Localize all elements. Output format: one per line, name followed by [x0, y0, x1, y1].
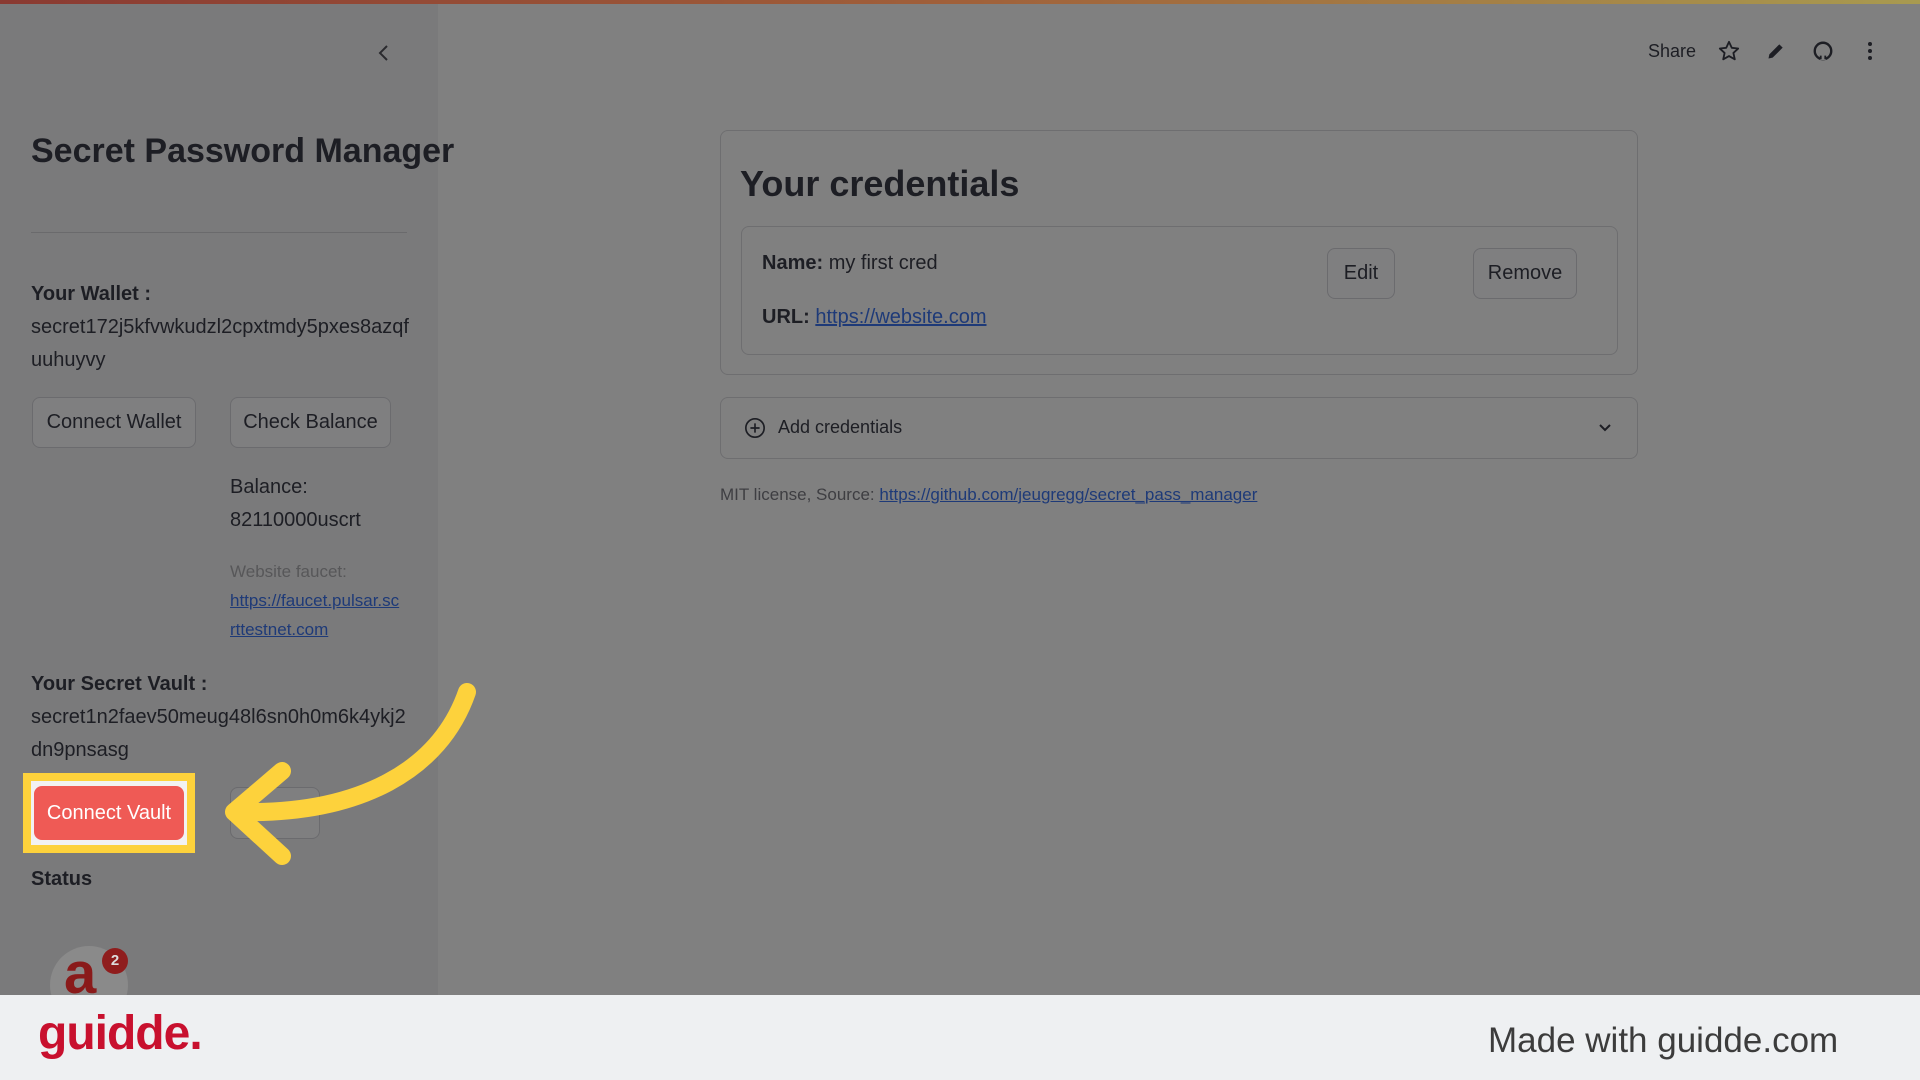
share-button[interactable]: Share	[1648, 41, 1696, 62]
source-link[interactable]: https://github.com/jeugregg/secret_pass_…	[879, 485, 1257, 504]
edit-button[interactable]: Edit	[1327, 248, 1395, 299]
license-line: MIT license, Source: https://github.com/…	[720, 485, 1257, 505]
name-label: Name:	[762, 252, 824, 274]
github-icon[interactable]	[1810, 38, 1836, 64]
star-icon[interactable]	[1716, 38, 1742, 64]
more-vertical-icon[interactable]	[1857, 38, 1883, 64]
credential-url: URL: https://website.com	[762, 305, 987, 329]
add-credentials-label: Add credentials	[778, 417, 903, 437]
add-credentials-expander[interactable]: Add credentials	[720, 397, 1638, 459]
license-text: MIT license, Source:	[720, 485, 875, 504]
url-label: URL:	[762, 306, 810, 328]
remove-button[interactable]: Remove	[1473, 248, 1577, 299]
url-link[interactable]: https://website.com	[815, 306, 986, 328]
plus-circle-icon	[743, 416, 767, 440]
credentials-card: Your credentials Name: my first cred URL…	[720, 130, 1638, 375]
footer-bar: guidde. Made with guidde.com	[0, 995, 1920, 1080]
pencil-icon[interactable]	[1763, 38, 1789, 64]
credential-item: Name: my first cred URL: https://website…	[741, 226, 1618, 355]
guidde-logo: guidde.	[38, 1007, 203, 1060]
chevron-down-icon	[1594, 417, 1616, 439]
name-value: my first cred	[828, 252, 938, 274]
made-with-text: Made with guidde.com	[1488, 1021, 1839, 1060]
credential-name: Name: my first cred	[762, 251, 938, 275]
credentials-title: Your credentials	[740, 163, 1020, 204]
